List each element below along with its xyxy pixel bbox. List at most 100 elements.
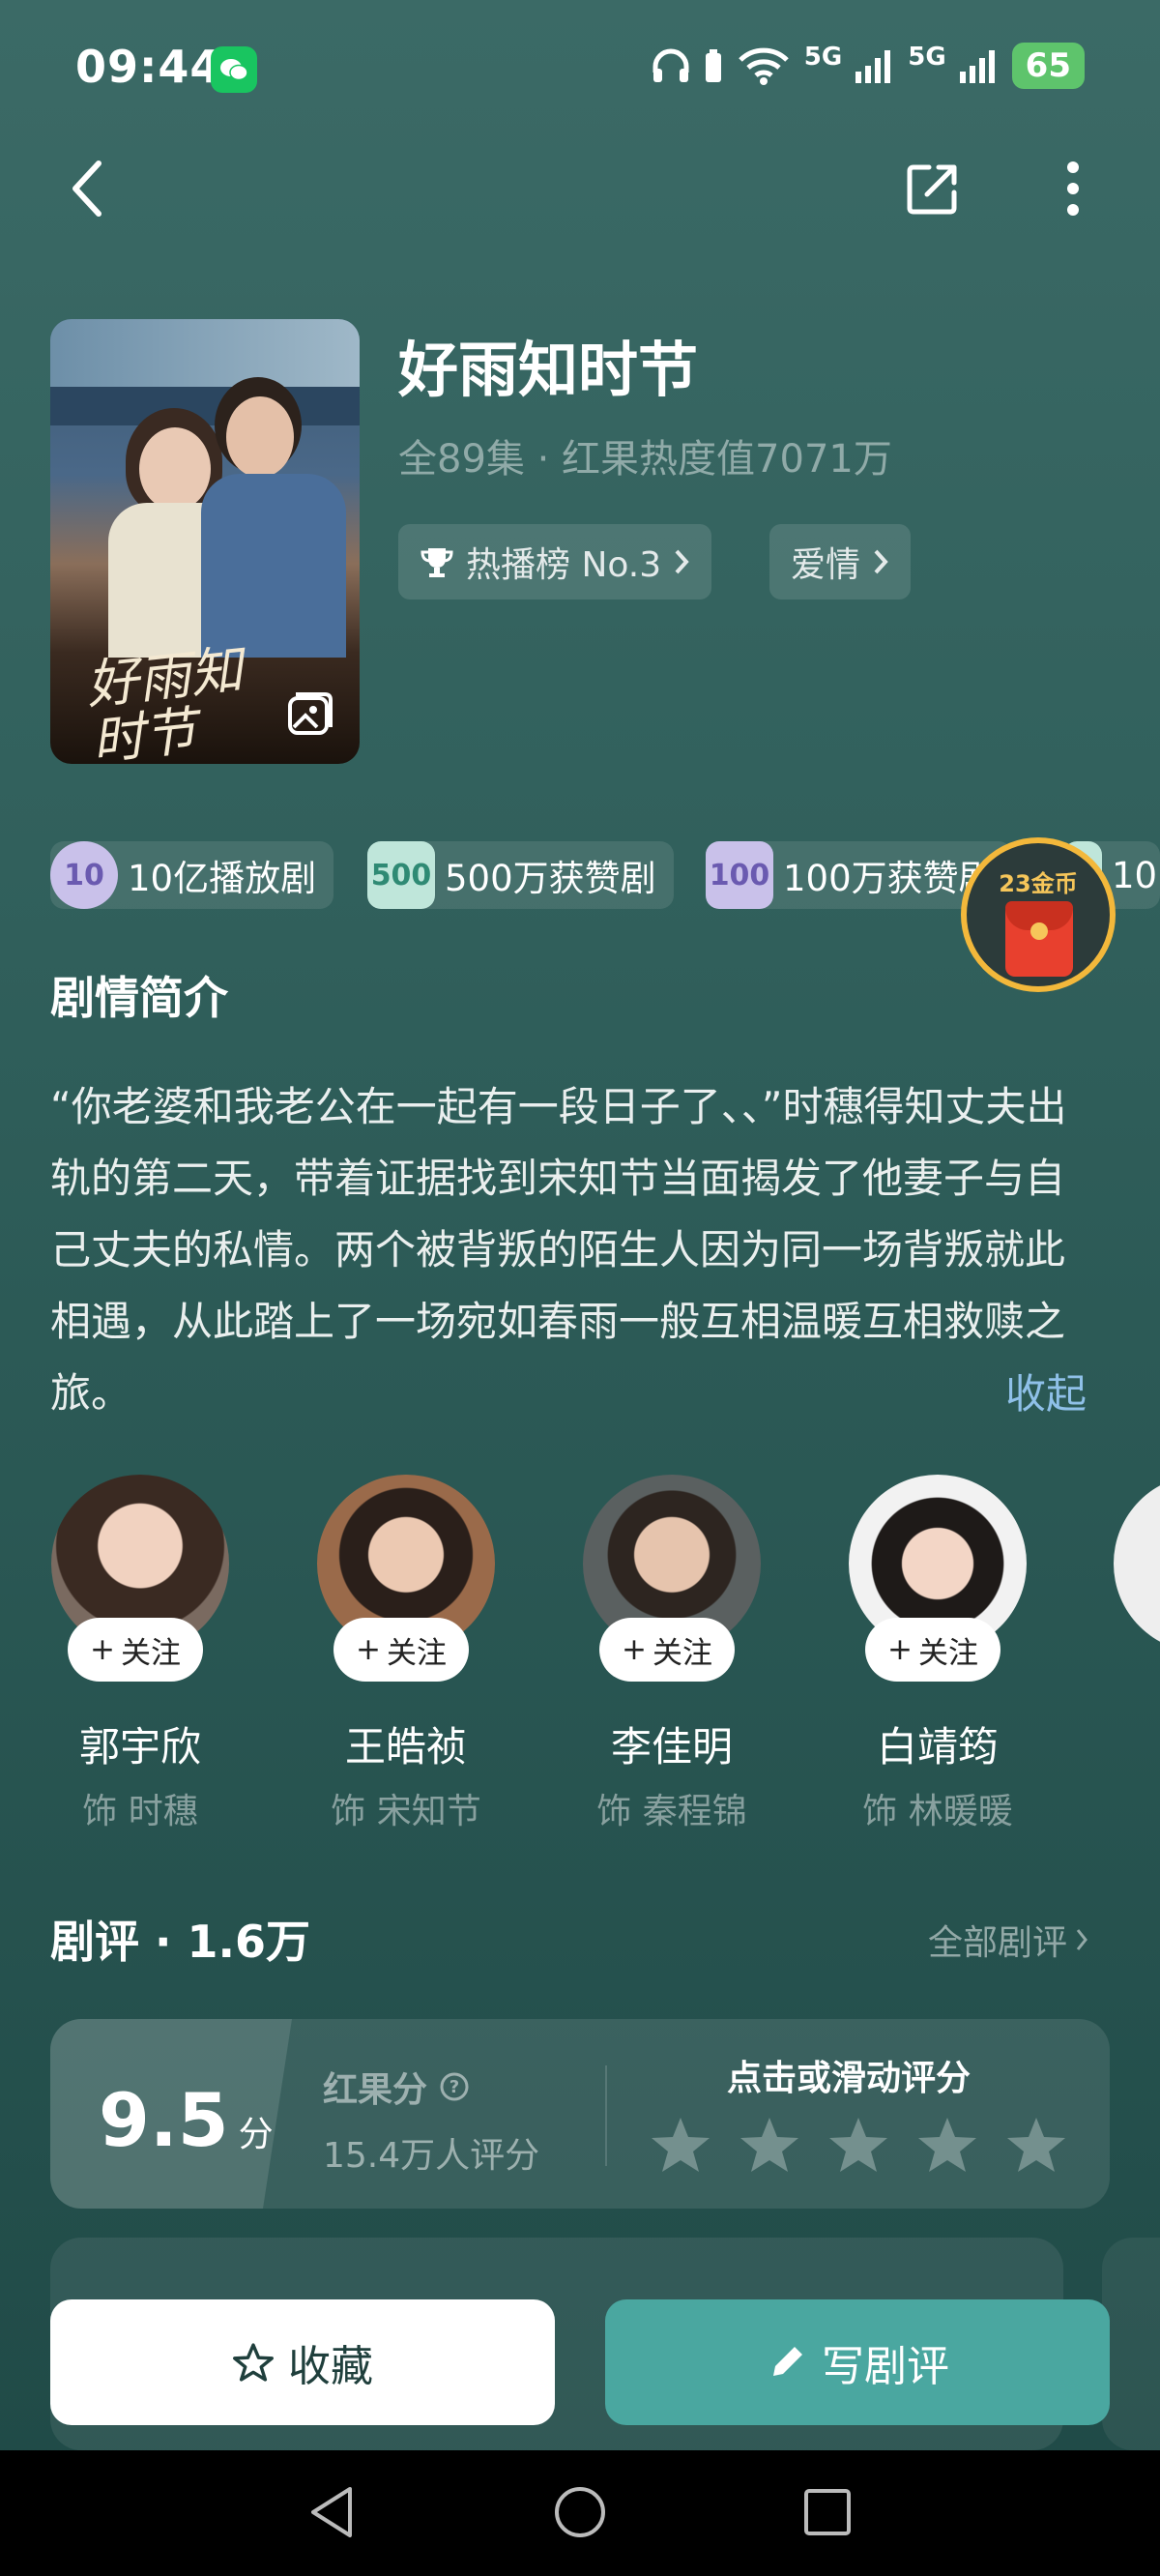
- honor-medal-icon: 500: [367, 841, 435, 909]
- honor-medal-text: 500: [370, 858, 432, 893]
- battery-small-icon: [705, 49, 721, 82]
- rate-prompt: 点击或滑动评分: [727, 2059, 972, 2098]
- follow-label: 关注: [120, 1635, 181, 1671]
- chevron-right-icon: [1076, 1929, 1088, 1950]
- help-icon[interactable]: ?: [439, 2071, 470, 2102]
- system-nav-bar: [0, 2450, 1160, 2576]
- chip-ranking[interactable]: 热播榜 No.3: [398, 524, 712, 600]
- cast-member[interactable]: + 关注 白靖筠 饰 林暖暖: [846, 1475, 1030, 1833]
- divider: [605, 2065, 607, 2166]
- all-reviews-label: 全部剧评: [928, 1923, 1068, 1963]
- cast-name: 李佳明: [610, 1723, 733, 1771]
- share-icon: [907, 164, 957, 215]
- share-button[interactable]: [899, 155, 967, 222]
- plus-icon: +: [887, 1632, 913, 1667]
- reviews-heading: 剧评 · 1.6万: [50, 1916, 310, 1968]
- write-review-button[interactable]: 写剧评: [605, 2299, 1110, 2425]
- rating-stars[interactable]: [650, 2114, 1067, 2176]
- cast-member[interactable]: + 关注 郭宇欣 饰 时穗: [48, 1475, 232, 1833]
- cast-member[interactable]: + 关注 王皓祯 饰 宋知节: [314, 1475, 498, 1833]
- plus-icon: +: [622, 1632, 647, 1667]
- star-icon[interactable]: [1005, 2114, 1067, 2176]
- svg-text:?: ?: [450, 2077, 459, 2097]
- status-time: 09:44: [75, 41, 222, 93]
- more-vertical-icon: [1067, 161, 1079, 216]
- wifi-icon: [739, 47, 789, 85]
- follow-button[interactable]: + 关注: [865, 1618, 1000, 1682]
- follow-label: 关注: [386, 1635, 447, 1671]
- rating-card: 9.5 分 红果分 ? 15.4万人评分 点击或滑动评分: [50, 2019, 1110, 2209]
- honor-medal-text: 100: [709, 858, 770, 893]
- star-icon[interactable]: [739, 2114, 800, 2176]
- chip-genre-label: 爱情: [791, 545, 861, 585]
- rater-count: 15.4万人评分: [323, 2136, 540, 2176]
- honor-badge[interactable]: 500 500万获赞剧: [367, 841, 674, 909]
- collect-label: 收藏: [288, 2342, 373, 2391]
- more-menu-button[interactable]: [1044, 155, 1102, 222]
- score-display: 9.5 分: [99, 2077, 274, 2163]
- pencil-icon: [773, 2347, 802, 2376]
- coin-reward-widget[interactable]: 23金币: [961, 837, 1116, 992]
- star-outline-icon: [233, 2343, 274, 2382]
- cast-member-partial[interactable]: [1114, 1475, 1160, 1653]
- honor-label: 100万获赞剧: [783, 858, 995, 899]
- status-icons: 5G 5G 65: [652, 43, 1085, 89]
- plus-icon: +: [90, 1632, 115, 1667]
- star-icon[interactable]: [650, 2114, 711, 2176]
- honor-label: 10亿播放剧: [128, 858, 317, 899]
- chip-genre[interactable]: 爱情: [769, 524, 912, 600]
- cast-role: 饰 时穗: [82, 1792, 198, 1831]
- cast-role: 饰 宋知节: [331, 1792, 481, 1831]
- honor-medal-text: 10: [64, 858, 104, 893]
- review-card-partial[interactable]: [1102, 2238, 1160, 2450]
- cast-role: 饰 林暖暖: [862, 1792, 1013, 1831]
- battery-level: 65: [1011, 43, 1085, 89]
- chip-ranking-label: 热播榜 No.3: [466, 545, 662, 585]
- signal-label-1: 5G: [803, 43, 843, 72]
- trophy-icon: [420, 548, 453, 577]
- cast-name: 白靖筠: [876, 1723, 999, 1771]
- back-button[interactable]: [58, 155, 116, 222]
- synopsis-text: “你老婆和我老公在一起有一段日子了、、”时穗得知丈夫出轨的第二天，带着证据找到宋…: [50, 1083, 1067, 1417]
- all-reviews-link[interactable]: 全部剧评: [928, 1915, 1088, 1965]
- follow-button[interactable]: + 关注: [68, 1618, 203, 1682]
- honor-badge[interactable]: 10 10亿播放剧: [50, 841, 334, 909]
- honor-label: 500万获赞剧: [445, 858, 656, 899]
- collect-button[interactable]: 收藏: [50, 2299, 555, 2425]
- cast-name: 郭宇欣: [78, 1723, 201, 1771]
- signal-icon: [856, 50, 891, 83]
- drama-poster[interactable]: 好雨知时节: [50, 319, 360, 764]
- follow-label: 关注: [652, 1635, 712, 1671]
- nav-back-icon[interactable]: [307, 2485, 356, 2539]
- synopsis-heading: 剧情简介: [50, 972, 228, 1024]
- honor-medal-icon: 100: [706, 841, 773, 909]
- nav-home-icon[interactable]: [553, 2485, 607, 2539]
- signal-label-2: 5G: [908, 43, 946, 72]
- wechat-notification-icon: [211, 46, 257, 93]
- cast-name: 王皓祯: [344, 1723, 467, 1771]
- poster-calligraphy: 好雨知时节: [83, 638, 246, 764]
- star-icon[interactable]: [827, 2114, 889, 2176]
- star-icon[interactable]: [916, 2114, 978, 2176]
- follow-button[interactable]: + 关注: [334, 1618, 469, 1682]
- score-label-row: 红果分 ?: [323, 2062, 470, 2112]
- cast-role: 饰 秦程锦: [596, 1792, 747, 1831]
- nav-recents-icon[interactable]: [802, 2487, 853, 2537]
- drama-title: 好雨知时节: [398, 335, 699, 405]
- reward-label: 23金币: [999, 870, 1078, 897]
- headphones-icon: [652, 48, 689, 82]
- chevron-right-icon: [675, 549, 689, 574]
- chevron-right-icon: [874, 549, 888, 574]
- honor-medal-icon: 10: [50, 841, 118, 909]
- score-label: 红果分: [323, 2070, 428, 2110]
- signal-icon: [959, 50, 995, 83]
- cast-member[interactable]: + 关注 李佳明 饰 秦程锦: [580, 1475, 764, 1833]
- follow-button[interactable]: + 关注: [599, 1618, 735, 1682]
- chevron-left-icon: [72, 161, 102, 217]
- drama-meta: 全89集 · 红果热度值7071万: [398, 437, 892, 482]
- collapse-link[interactable]: 收起: [1005, 1361, 1087, 1420]
- red-envelope-icon: [1005, 901, 1073, 977]
- honor-label: 10: [1112, 854, 1158, 896]
- write-review-label: 写剧评: [822, 2342, 949, 2391]
- plus-icon: +: [356, 1632, 381, 1667]
